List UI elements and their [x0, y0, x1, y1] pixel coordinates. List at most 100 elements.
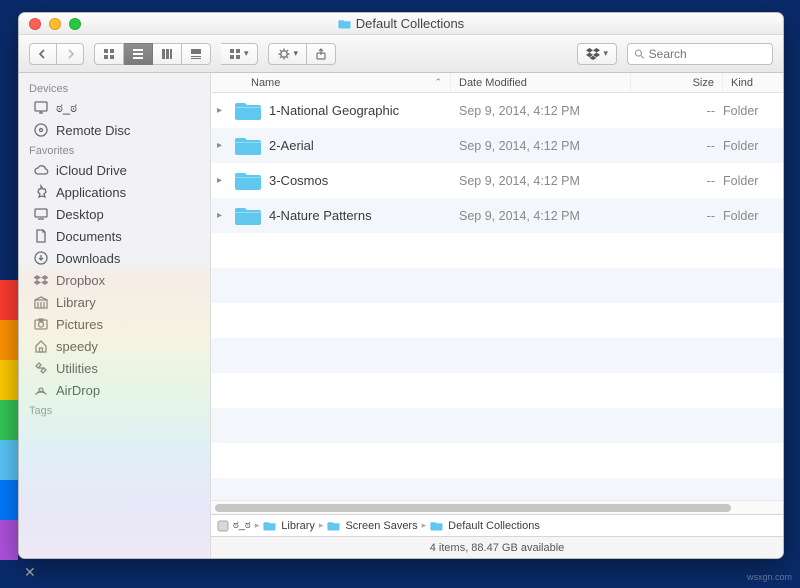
- path-label: ಠ_ಠ: [233, 519, 251, 532]
- path-segment[interactable]: Library: [263, 520, 315, 532]
- table-row-empty: [211, 233, 783, 268]
- sidebar-item-pictures[interactable]: Pictures: [19, 313, 210, 335]
- file-size: --: [631, 139, 723, 153]
- sidebar-item-label: Applications: [56, 185, 126, 200]
- sidebar-item-label: AirDrop: [56, 383, 100, 398]
- path-bar: ಠ_ಠ▸Library▸Screen Savers▸Default Collec…: [211, 514, 783, 536]
- coverflow-view-button[interactable]: [182, 43, 211, 65]
- column-size[interactable]: Size: [631, 73, 723, 92]
- date-modified: Sep 9, 2014, 4:12 PM: [451, 104, 631, 118]
- column-view-button[interactable]: [153, 43, 182, 65]
- sidebar-group-devices: Devices: [19, 79, 210, 97]
- search-field[interactable]: [627, 43, 773, 65]
- file-kind: Folder: [723, 139, 783, 153]
- folder-icon: [327, 520, 341, 531]
- imac-icon: [33, 100, 49, 116]
- path-separator-icon: ▸: [319, 520, 324, 531]
- desktop-icon: [33, 206, 49, 222]
- traffic-lights: [19, 18, 81, 30]
- desktop-rainbow: [0, 280, 18, 560]
- table-row[interactable]: ▸ 1-National Geographic Sep 9, 2014, 4:1…: [211, 93, 783, 128]
- table-row[interactable]: ▸ 2-Aerial Sep 9, 2014, 4:12 PM -- Folde…: [211, 128, 783, 163]
- sidebar-item-speedy[interactable]: speedy: [19, 335, 210, 357]
- search-icon: [634, 48, 645, 60]
- table-row-empty: [211, 268, 783, 303]
- table-row-empty: [211, 303, 783, 338]
- arrange-button[interactable]: ▾: [221, 43, 258, 65]
- column-date[interactable]: Date Modified: [451, 73, 631, 92]
- file-size: --: [631, 209, 723, 223]
- search-input[interactable]: [649, 47, 766, 61]
- sidebar-item-utilities[interactable]: Utilities: [19, 357, 210, 379]
- column-kind[interactable]: Kind: [723, 73, 783, 92]
- sidebar-item-label: Downloads: [56, 251, 120, 266]
- back-button[interactable]: [29, 43, 57, 65]
- column-name[interactable]: Name⌃: [211, 73, 451, 92]
- file-kind: Folder: [723, 104, 783, 118]
- sidebar-item-label: speedy: [56, 339, 98, 354]
- arrange-button-group: ▾: [221, 43, 258, 65]
- sidebar-item-label: Pictures: [56, 317, 103, 332]
- file-name: 2-Aerial: [269, 138, 314, 153]
- minimize-window-button[interactable]: [49, 18, 61, 30]
- sidebar-item-downloads[interactable]: Downloads: [19, 247, 210, 269]
- sidebar-item-label: Library: [56, 295, 96, 310]
- sidebar[interactable]: Devicesಠ_ಠRemote DiscFavoritesiCloud Dri…: [19, 73, 211, 558]
- path-segment[interactable]: Default Collections: [430, 520, 540, 532]
- sidebar-group-favorites: Favorites: [19, 141, 210, 159]
- sidebar-item-desktop[interactable]: Desktop: [19, 203, 210, 225]
- sidebar-item-airdrop[interactable]: AirDrop: [19, 379, 210, 401]
- table-row[interactable]: ▸ 4-Nature Patterns Sep 9, 2014, 4:12 PM…: [211, 198, 783, 233]
- file-kind: Folder: [723, 174, 783, 188]
- share-button[interactable]: [307, 43, 336, 65]
- nav-buttons: [29, 43, 84, 65]
- path-segment[interactable]: Screen Savers: [327, 520, 417, 532]
- close-window-button[interactable]: [29, 18, 41, 30]
- list-view-button[interactable]: [124, 43, 153, 65]
- status-text: 4 items, 88.47 GB available: [430, 542, 565, 554]
- table-row-empty: [211, 408, 783, 443]
- path-separator-icon: ▸: [255, 520, 260, 531]
- view-mode-buttons: [94, 43, 211, 65]
- sidebar-item-label: Desktop: [56, 207, 104, 222]
- home-icon: [33, 338, 49, 354]
- path-label: Default Collections: [448, 520, 540, 532]
- sidebar-item-dropbox[interactable]: Dropbox: [19, 269, 210, 291]
- toolbar: ▾ ▾ ▾: [19, 35, 783, 73]
- disclosure-triangle-icon[interactable]: ▸: [217, 210, 227, 221]
- zoom-window-button[interactable]: [69, 18, 81, 30]
- sidebar-item-label: Utilities: [56, 361, 98, 376]
- table-row-empty: [211, 443, 783, 478]
- sidebar-group-tags: Tags: [19, 401, 210, 419]
- sidebar-item-remote-disc[interactable]: Remote Disc: [19, 119, 210, 141]
- icon-view-button[interactable]: [94, 43, 124, 65]
- dropbox-button[interactable]: ▾: [577, 43, 617, 65]
- disclosure-triangle-icon[interactable]: ▸: [217, 140, 227, 151]
- titlebar[interactable]: Default Collections: [19, 13, 783, 35]
- sidebar-item-applications[interactable]: Applications: [19, 181, 210, 203]
- disclosure-triangle-icon[interactable]: ▸: [217, 105, 227, 116]
- sidebar-item--[interactable]: ಠ_ಠ: [19, 97, 210, 119]
- pictures-icon: [33, 316, 49, 332]
- horizontal-scrollbar[interactable]: [211, 500, 783, 514]
- forward-button[interactable]: [57, 43, 84, 65]
- disclosure-triangle-icon[interactable]: ▸: [217, 175, 227, 186]
- sidebar-item-library[interactable]: Library: [19, 291, 210, 313]
- sidebar-item-icloud-drive[interactable]: iCloud Drive: [19, 159, 210, 181]
- file-name: 1-National Geographic: [269, 103, 399, 118]
- path-separator-icon: ▸: [422, 520, 427, 531]
- close-button-bottom[interactable]: ✕: [24, 564, 40, 580]
- scrollbar-thumb[interactable]: [215, 504, 731, 512]
- action-button[interactable]: ▾: [268, 43, 308, 65]
- table-row-empty: [211, 478, 783, 500]
- apps-icon: [33, 184, 49, 200]
- docs-icon: [33, 228, 49, 244]
- path-segment[interactable]: ಠ_ಠ: [217, 519, 251, 532]
- sidebar-item-documents[interactable]: Documents: [19, 225, 210, 247]
- finder-window: Default Collections ▾ ▾ ▾: [18, 12, 784, 559]
- table-row[interactable]: ▸ 3-Cosmos Sep 9, 2014, 4:12 PM -- Folde…: [211, 163, 783, 198]
- folder-icon: [235, 170, 261, 192]
- disk-icon: [217, 520, 229, 532]
- downloads-icon: [33, 250, 49, 266]
- sidebar-item-label: Dropbox: [56, 273, 105, 288]
